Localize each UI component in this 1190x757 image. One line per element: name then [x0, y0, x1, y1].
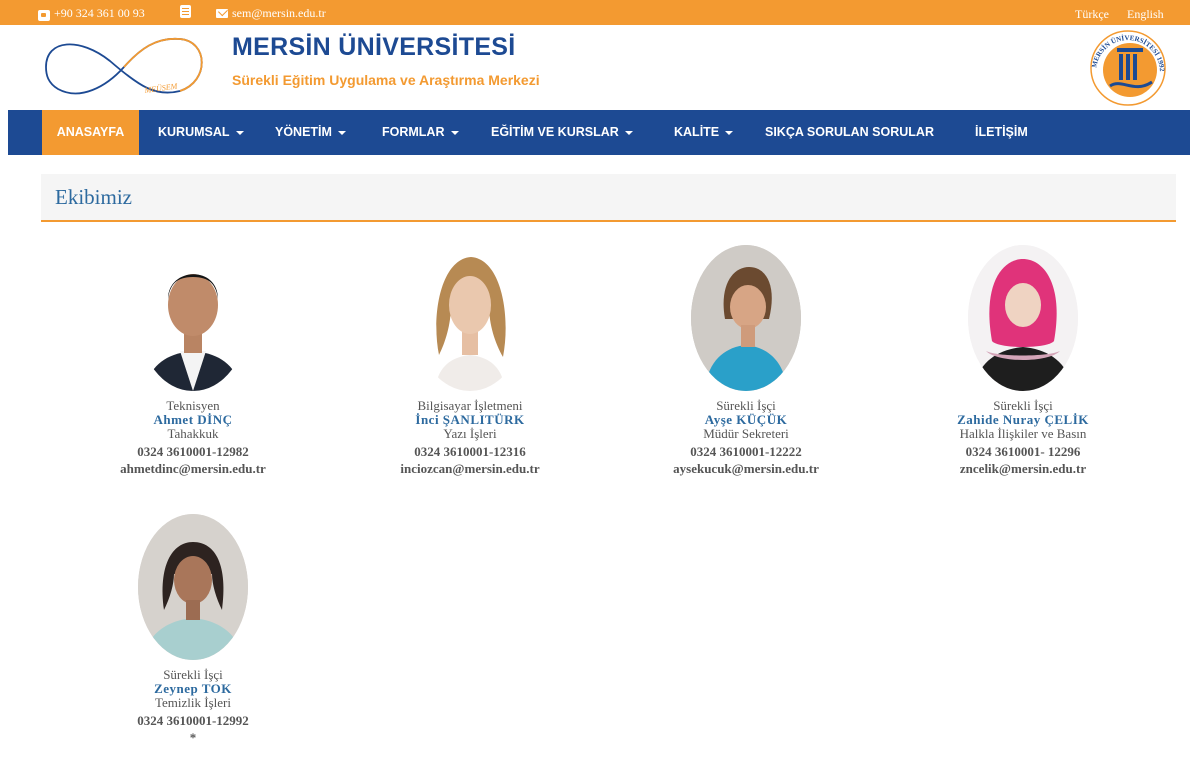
- meusem-logo[interactable]: MEÜSEM: [40, 31, 210, 103]
- chevron-down-icon: [450, 130, 459, 135]
- section-header: Ekibimiz: [41, 174, 1176, 222]
- staff-photo: [138, 245, 248, 391]
- staff-name[interactable]: Ayşe KÜÇÜK: [611, 413, 881, 427]
- top-bar: +90 324 361 00 93 sem@mersin.edu.tr Türk…: [0, 0, 1190, 25]
- staff-email[interactable]: ahmetdinc@mersin.edu.tr: [58, 461, 328, 476]
- phone-icon: [38, 9, 50, 21]
- staff-photo: [415, 245, 525, 391]
- chevron-down-icon: [337, 130, 346, 135]
- nav-kurumsal[interactable]: KURUMSAL: [144, 110, 258, 155]
- staff-phone: 0324 3610001-12992: [137, 713, 249, 728]
- staff-role: Bilgisayar İşletmeni: [417, 398, 523, 413]
- section-title: Ekibimiz: [55, 185, 132, 209]
- staff-name[interactable]: Ahmet DİNÇ: [58, 413, 328, 427]
- nav-sss[interactable]: SIKÇA SORULAN SORULAR: [751, 110, 948, 155]
- staff-phone: 0324 3610001- 12296: [965, 444, 1081, 459]
- nav-anasayfa[interactable]: ANASAYFA: [42, 110, 139, 155]
- lang-turkish-link[interactable]: Türkçe: [1075, 7, 1109, 22]
- staff-department: Müdür Sekreteri: [703, 426, 789, 441]
- chevron-down-icon: [725, 130, 734, 135]
- staff-department: Tahakkuk: [167, 426, 219, 441]
- site-header: MEÜSEM MERSİN ÜNİVERSİTESİ Sürekli Eğiti…: [0, 25, 1190, 110]
- nav-iletisim[interactable]: İLETİŞİM: [961, 110, 1042, 155]
- chevron-down-icon: [624, 130, 633, 135]
- email-text: sem@mersin.edu.tr: [232, 6, 326, 20]
- staff-department: Yazı İşleri: [443, 426, 497, 441]
- staff-department: Halkla İlişkiler ve Basın: [959, 426, 1087, 441]
- contact-email[interactable]: sem@mersin.edu.tr: [216, 6, 326, 21]
- university-seal: MERSİN ÜNİVERSİTESİ 1992: [1090, 30, 1166, 106]
- staff-email[interactable]: inciozcan@mersin.edu.tr: [335, 461, 605, 476]
- staff-email[interactable]: zncelik@mersin.edu.tr: [888, 461, 1158, 476]
- nav-egitim-ve-kurslar[interactable]: EĞİTİM VE KURSLAR: [477, 110, 647, 155]
- lang-english-link[interactable]: English: [1127, 7, 1164, 22]
- nav-kalite[interactable]: KALİTE: [660, 110, 747, 155]
- staff-card: Sürekli İşçi Ayşe KÜÇÜK Müdür Sekreteri …: [611, 245, 881, 476]
- staff-name[interactable]: İnci ŞANLITÜRK: [335, 413, 605, 427]
- nav-formlar[interactable]: FORMLAR: [368, 110, 473, 155]
- staff-role: Sürekli İşçi: [163, 667, 223, 682]
- document-icon: [180, 5, 191, 18]
- nav-yonetim[interactable]: YÖNETİM: [261, 110, 360, 155]
- staff-email[interactable]: *: [58, 730, 328, 745]
- staff-phone: 0324 3610001-12982: [137, 444, 249, 459]
- staff-name[interactable]: Zeynep TOK: [58, 682, 328, 696]
- site-brand[interactable]: MERSİN ÜNİVERSİTESİ: [232, 33, 516, 62]
- staff-department: Temizlik İşleri: [155, 695, 231, 710]
- staff-name[interactable]: Zahide Nuray ÇELİK: [888, 413, 1158, 427]
- staff-photo: [138, 514, 248, 660]
- staff-photo: [968, 245, 1078, 391]
- staff-card: Sürekli İşçi Zeynep TOK Temizlik İşleri …: [58, 514, 328, 745]
- staff-role: Teknisyen: [166, 398, 220, 413]
- chevron-down-icon: [235, 130, 244, 135]
- staff-card: Bilgisayar İşletmeni İnci ŞANLITÜRK Yazı…: [335, 245, 605, 476]
- staff-email[interactable]: aysekucuk@mersin.edu.tr: [611, 461, 881, 476]
- staff-role: Sürekli İşçi: [716, 398, 776, 413]
- staff-card: Sürekli İşçi Zahide Nuray ÇELİK Halkla İ…: [888, 245, 1158, 476]
- site-subtitle: Sürekli Eğitim Uygulama ve Araştırma Mer…: [232, 72, 540, 88]
- main-navbar: ANASAYFA KURUMSAL YÖNETİM FORMLAR EĞİTİM…: [8, 110, 1190, 155]
- staff-phone: 0324 3610001-12316: [414, 444, 526, 459]
- staff-phone: 0324 3610001-12222: [690, 444, 802, 459]
- document-link[interactable]: [180, 5, 191, 19]
- contact-phone[interactable]: +90 324 361 00 93: [38, 6, 145, 21]
- staff-role: Sürekli İşçi: [993, 398, 1053, 413]
- staff-card: Teknisyen Ahmet DİNÇ Tahakkuk 0324 36100…: [58, 245, 328, 476]
- phone-text: +90 324 361 00 93: [54, 6, 145, 20]
- envelope-icon: [216, 9, 228, 18]
- staff-photo: [691, 245, 801, 391]
